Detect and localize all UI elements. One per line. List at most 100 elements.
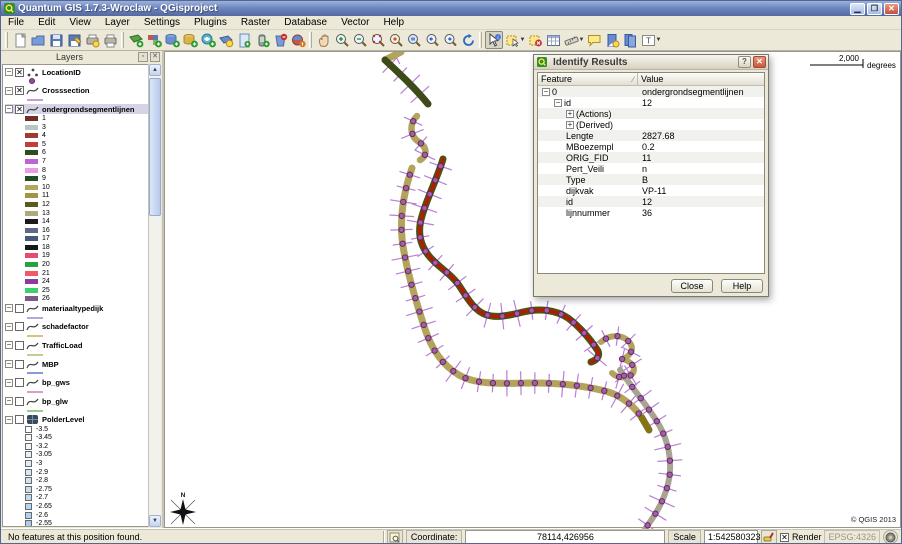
- layer-checkbox[interactable]: ✕: [15, 86, 24, 95]
- new-bookmark-icon[interactable]: [603, 31, 621, 49]
- layer-checkbox[interactable]: ✕: [15, 68, 24, 77]
- toolbar-grip[interactable]: [479, 32, 482, 48]
- layer-item-locationid[interactable]: −✕LocationID: [5, 67, 160, 77]
- dropdown-caret-icon[interactable]: ▼: [578, 37, 585, 43]
- identify-icon[interactable]: i: [485, 31, 503, 49]
- layer-item-ondergrondsegmentlijnen[interactable]: −✕ondergrondsegmentlijnen: [5, 104, 160, 114]
- expander-icon[interactable]: −: [5, 397, 13, 405]
- expander-icon[interactable]: +: [566, 121, 574, 129]
- save-icon[interactable]: [47, 31, 65, 49]
- layer-item-materiaaltypedijk[interactable]: −materiaaltypedijk: [5, 303, 160, 313]
- add-oracle-layer-icon[interactable]: [289, 31, 307, 49]
- table-header[interactable]: Feature∕ Value: [538, 73, 764, 86]
- menu-item-settings[interactable]: Settings: [137, 16, 187, 29]
- zoom-selection-icon[interactable]: [387, 31, 405, 49]
- expander-icon[interactable]: −: [5, 87, 13, 95]
- layer-checkbox[interactable]: ✕: [15, 105, 24, 114]
- deselect-icon[interactable]: [526, 31, 544, 49]
- layers-scrollbar[interactable]: ▲ ▼: [148, 64, 161, 527]
- remove-layer-icon[interactable]: [271, 31, 289, 49]
- toolbar-grip[interactable]: [5, 32, 8, 48]
- identify-row[interactable]: ORIG_FID11: [538, 152, 764, 163]
- toolbar-grip[interactable]: [309, 32, 312, 48]
- dropdown-caret-icon[interactable]: ▼: [519, 37, 526, 43]
- extents-toggle-icon[interactable]: [387, 530, 403, 544]
- menu-item-raster[interactable]: Raster: [234, 16, 277, 29]
- menu-item-layer[interactable]: Layer: [98, 16, 137, 29]
- map-tips-icon[interactable]: [585, 31, 603, 49]
- add-spatialite-layer-icon[interactable]: [181, 31, 199, 49]
- identify-row[interactable]: id12: [538, 196, 764, 207]
- expander-icon[interactable]: −: [554, 99, 562, 107]
- attribute-table-icon[interactable]: [544, 31, 562, 49]
- layer-item-polderlevel[interactable]: −PolderLevel: [5, 415, 160, 425]
- layer-checkbox[interactable]: [15, 378, 24, 387]
- menu-item-file[interactable]: File: [1, 16, 31, 29]
- add-wfs-layer-icon[interactable]: [199, 31, 217, 49]
- layer-item-trafficload[interactable]: −TrafficLoad: [5, 340, 160, 350]
- file-new-icon[interactable]: [11, 31, 29, 49]
- layer-checkbox[interactable]: [15, 397, 24, 406]
- render-checkbox[interactable]: ✕: [780, 533, 789, 542]
- scroll-down-icon[interactable]: ▼: [149, 515, 161, 527]
- add-gps-layer-icon[interactable]: [253, 31, 271, 49]
- new-spatialite-icon[interactable]: [235, 31, 253, 49]
- identify-row[interactable]: +(Derived): [538, 119, 764, 130]
- layer-checkbox[interactable]: [15, 341, 24, 350]
- maximize-button[interactable]: ❐: [867, 3, 882, 15]
- new-shapefile-icon[interactable]: [217, 31, 235, 49]
- menu-item-view[interactable]: View: [62, 16, 98, 29]
- stop-render-icon[interactable]: [761, 530, 777, 544]
- identify-row[interactable]: lijnnummer36: [538, 207, 764, 218]
- dialog-close-icon[interactable]: ✕: [753, 56, 766, 68]
- value-column-header[interactable]: Value: [641, 74, 663, 84]
- zoom-layer-icon[interactable]: [405, 31, 423, 49]
- expander-icon[interactable]: −: [5, 379, 13, 387]
- feature-column-header[interactable]: Feature: [541, 74, 572, 84]
- print-icon[interactable]: [101, 31, 119, 49]
- expander-icon[interactable]: −: [5, 323, 13, 331]
- layer-item-mbp[interactable]: −MBP: [5, 359, 160, 369]
- add-raster-layer-icon[interactable]: [145, 31, 163, 49]
- menu-item-database[interactable]: Database: [277, 16, 334, 29]
- close-button[interactable]: ✕: [884, 3, 899, 15]
- layer-item-bp_gws[interactable]: −bp_gws: [5, 378, 160, 388]
- menu-item-help[interactable]: Help: [376, 16, 411, 29]
- panel-float-icon[interactable]: ▫: [138, 52, 148, 62]
- help-button[interactable]: Help: [721, 279, 763, 293]
- expander-icon[interactable]: −: [5, 416, 13, 424]
- crs-status-icon[interactable]: [883, 530, 898, 544]
- dialog-title-bar[interactable]: Identify Results ? ✕: [534, 55, 768, 70]
- identify-row[interactable]: MBoezempl0.2: [538, 141, 764, 152]
- expander-icon[interactable]: −: [542, 88, 550, 96]
- add-vector-layer-icon[interactable]: [127, 31, 145, 49]
- add-postgis-layer-icon[interactable]: [163, 31, 181, 49]
- identify-row[interactable]: Lengte2827.68: [538, 130, 764, 141]
- close-dialog-button[interactable]: Close: [671, 279, 713, 293]
- layer-checkbox[interactable]: [15, 322, 24, 331]
- expander-icon[interactable]: −: [5, 105, 13, 113]
- dropdown-caret-icon[interactable]: ▼: [655, 37, 662, 43]
- expander-icon[interactable]: −: [5, 360, 13, 368]
- toolbar-grip[interactable]: [121, 32, 124, 48]
- menu-item-edit[interactable]: Edit: [31, 16, 62, 29]
- identify-row[interactable]: −id12: [538, 97, 764, 108]
- layer-item-bp_glw[interactable]: −bp_glw: [5, 396, 160, 406]
- panel-close-icon[interactable]: ✕: [150, 52, 160, 62]
- expander-icon[interactable]: +: [566, 110, 574, 118]
- scale-input[interactable]: 1:542580323: [704, 530, 758, 544]
- minimize-button[interactable]: ▁: [850, 3, 865, 15]
- pan-hand-icon[interactable]: [315, 31, 333, 49]
- zoom-out-icon[interactable]: [351, 31, 369, 49]
- identify-row[interactable]: −0ondergrondsegmentlijnen: [538, 86, 764, 97]
- print-composer-icon[interactable]: [83, 31, 101, 49]
- layer-checkbox[interactable]: [15, 304, 24, 313]
- zoom-in-icon[interactable]: [333, 31, 351, 49]
- show-bookmarks-icon[interactable]: [621, 31, 639, 49]
- save-as-icon[interactable]: [65, 31, 83, 49]
- identify-row[interactable]: +(Actions): [538, 108, 764, 119]
- layer-checkbox[interactable]: [15, 415, 24, 424]
- expander-icon[interactable]: −: [5, 68, 13, 76]
- expander-icon[interactable]: −: [5, 304, 13, 312]
- menu-item-vector[interactable]: Vector: [334, 16, 376, 29]
